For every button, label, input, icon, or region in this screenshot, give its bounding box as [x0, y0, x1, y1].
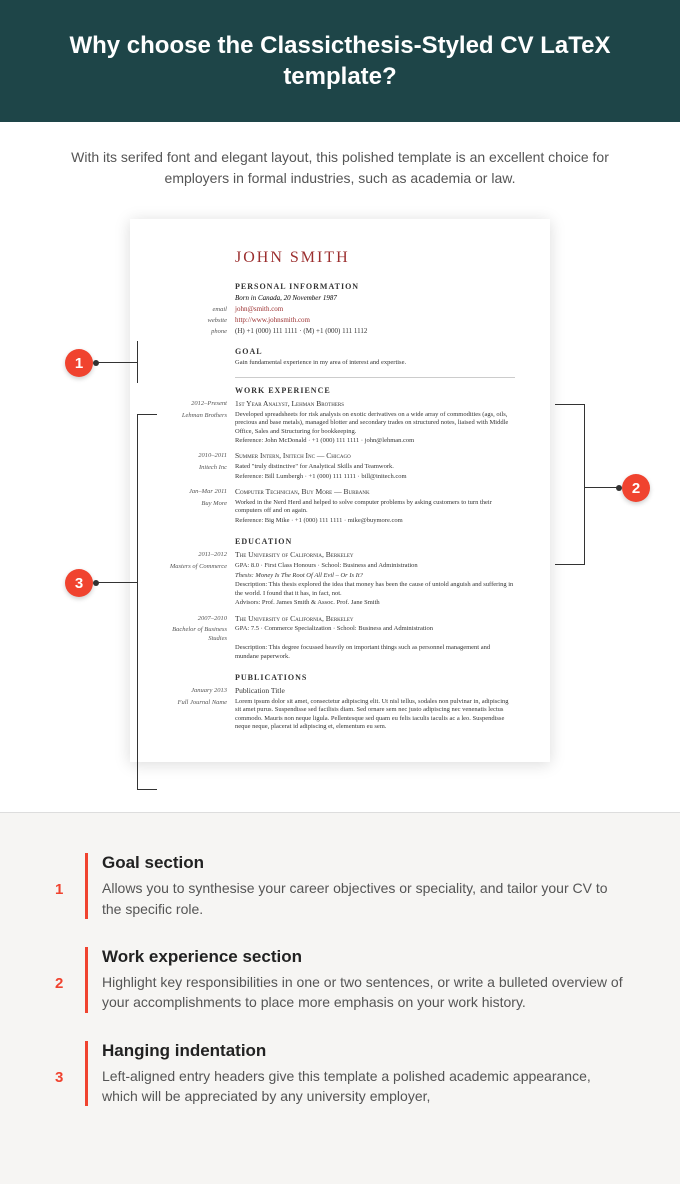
pub-desc: Lorem ipsum dolor sit amet, consectetur … [235, 698, 515, 732]
job-ref: Reference: Bill Lumbergh · +1 (000) 111 … [235, 473, 515, 481]
intro-section: With its serifed font and elegant layout… [0, 122, 680, 219]
job-side: Buy More [160, 499, 235, 516]
feature-item: 2 Work experience section Highlight key … [55, 947, 625, 1013]
connector-line [137, 414, 138, 789]
feature-number: 2 [55, 947, 85, 1013]
born-text: Born in Canada, 20 November 1987 [235, 294, 515, 302]
feature-number: 1 [55, 853, 85, 919]
feature-desc: Allows you to synthesise your career obj… [102, 878, 625, 919]
job-side: Lehman Brothers [160, 411, 235, 436]
connector-line [137, 789, 157, 790]
phone-label: phone [160, 327, 235, 337]
feature-number: 3 [55, 1041, 85, 1107]
job-desc: Developed spreadsheets for risk analysis… [235, 411, 515, 436]
job-ref: Reference: Big Mike · +1 (000) 111 1111 … [235, 517, 515, 525]
pub-side: Full Journal Name [160, 698, 235, 732]
edu-school: The University of California, Berkeley [235, 550, 515, 561]
section-goal: GOAL [235, 347, 515, 356]
email-value: john@smith.com [235, 305, 515, 315]
goal-text: Gain fundamental experience in my area o… [235, 359, 515, 367]
job-ref: Reference: John McDonald · +1 (000) 111 … [235, 437, 515, 445]
annotation-badge-2: 2 [622, 474, 650, 502]
job-desc: Rated "truly distinctive" for Analytical… [235, 463, 515, 472]
email-label: email [160, 305, 235, 315]
connector-line [555, 564, 585, 565]
page-title: Why choose the Classicthesis-Styled CV L… [40, 30, 640, 92]
edu-school: The University of California, Berkeley [235, 614, 515, 625]
feature-desc: Left-aligned entry headers give this tem… [102, 1066, 625, 1107]
annotation-badge-3: 3 [65, 569, 93, 597]
job-title: Computer Technician, Buy More — Burbank [235, 487, 370, 496]
job-title: Summer Intern, Initech Inc — Chicago [235, 451, 351, 460]
job-side: Initech Inc [160, 463, 235, 472]
connector-line [137, 341, 138, 383]
annotation-badge-1: 1 [65, 349, 93, 377]
feature-desc: Highlight key responsibilities in one or… [102, 972, 625, 1013]
feature-item: 3 Hanging indentation Left-aligned entry… [55, 1041, 625, 1107]
feature-title: Work experience section [102, 947, 625, 967]
connector-line [137, 414, 157, 415]
connector-line [95, 582, 137, 583]
edu-side: Bachelor of Business Studies [160, 625, 235, 643]
features-section: 1 Goal section Allows you to synthesise … [0, 812, 680, 1184]
job-desc: Worked in the Nerd Herd and helped to so… [235, 499, 515, 516]
resume-preview: JOHN SMITH PERSONAL INFORMATION Born in … [130, 219, 550, 762]
connector-line [95, 362, 137, 363]
pub-title: Publication Title [235, 686, 515, 697]
feature-item: 1 Goal section Allows you to synthesise … [55, 853, 625, 919]
divider [235, 377, 515, 378]
feature-title: Goal section [102, 853, 625, 873]
feature-title: Hanging indentation [102, 1041, 625, 1061]
connector-line [585, 487, 620, 488]
section-education: EDUCATION [235, 537, 515, 546]
connector-line [584, 404, 585, 564]
connector-line [555, 404, 585, 405]
website-label: website [160, 316, 235, 326]
phone-value: (H) +1 (000) 111 1111 · (M) +1 (000) 111… [235, 327, 515, 337]
website-value: http://www.johnsmith.com [235, 316, 515, 326]
page-header: Why choose the Classicthesis-Styled CV L… [0, 0, 680, 122]
edu-side: Masters of Commerce [160, 562, 235, 571]
section-personal-info: PERSONAL INFORMATION [235, 282, 515, 291]
resume-name: JOHN SMITH [235, 249, 515, 267]
section-work: WORK EXPERIENCE [235, 386, 515, 395]
intro-text: With its serifed font and elegant layout… [45, 147, 635, 189]
section-publications: PUBLICATIONS [235, 673, 515, 682]
job-title: 1st Year Analyst, Lehman Brothers [235, 399, 344, 408]
preview-area: 1 2 3 JOHN SMITH PERSONAL INFORMATION Bo… [0, 219, 680, 812]
